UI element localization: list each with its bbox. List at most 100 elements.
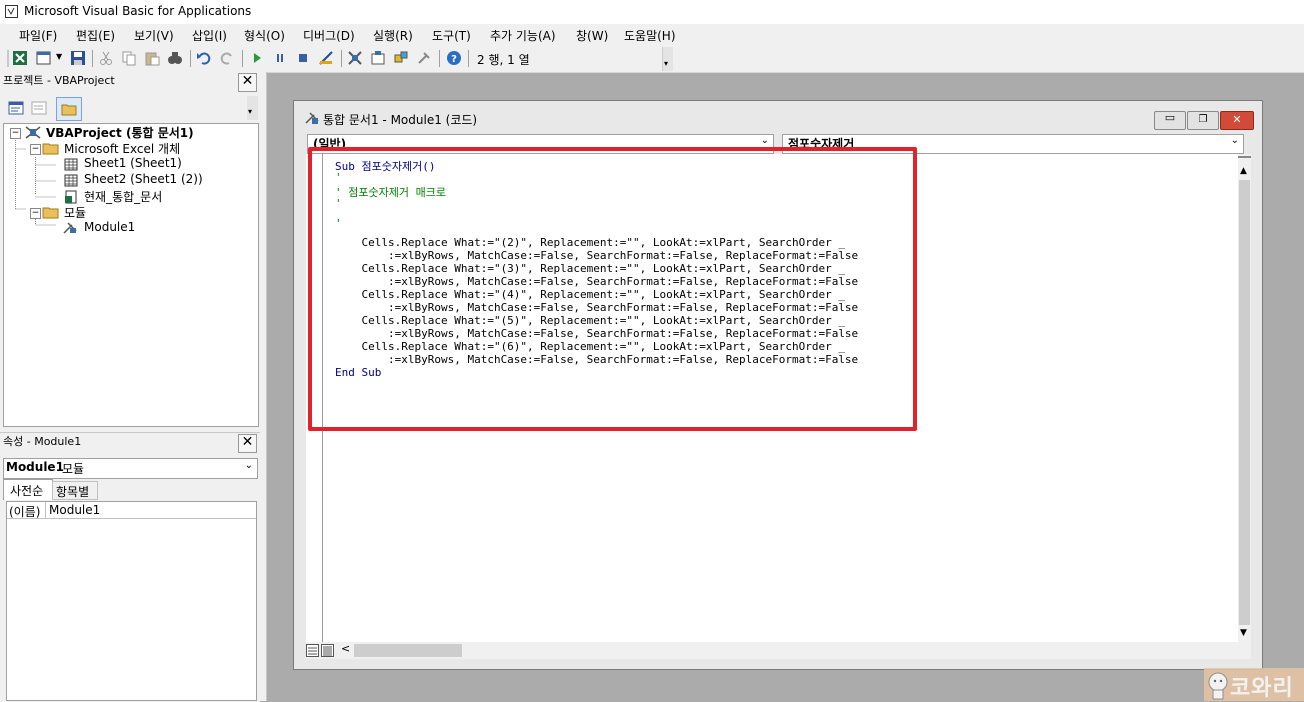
- project-toolbar-overflow[interactable]: ▾: [247, 96, 258, 120]
- run-icon[interactable]: [249, 50, 265, 66]
- menu-view[interactable]: 보기(V): [134, 27, 174, 44]
- panel-splitter[interactable]: [260, 72, 267, 701]
- menu-bar: 파일(F) 편집(E) 보기(V) 삽입(I) 형식(O) 디버그(D) 실행(…: [0, 24, 1304, 45]
- menu-addins[interactable]: 추가 기능(A): [490, 27, 556, 44]
- scroll-left-icon[interactable]: <: [341, 642, 350, 655]
- tab-categorized-label: 항목별: [56, 485, 90, 499]
- menu-file[interactable]: 파일(F): [19, 27, 57, 44]
- tree-modules-folder[interactable]: 모듈: [64, 204, 86, 221]
- minimize-button[interactable]: ▭: [1154, 111, 1186, 130]
- module-icon: [305, 112, 319, 124]
- properties-close-button[interactable]: ✕: [238, 434, 257, 453]
- vba-app-icon: [5, 5, 18, 18]
- redo-icon[interactable]: [219, 50, 235, 66]
- horizontal-scroll-thumb[interactable]: [354, 644, 462, 657]
- break-icon[interactable]: [272, 50, 288, 66]
- red-highlight-box: [308, 147, 917, 431]
- collapse-excel-objects-icon[interactable]: −: [30, 144, 41, 155]
- property-row-name[interactable]: (이름) Module1: [7, 502, 256, 519]
- restore-button[interactable]: ❐: [1187, 111, 1219, 130]
- reset-icon[interactable]: [295, 50, 311, 66]
- tree-excel-objects[interactable]: Microsoft Excel 개체: [64, 140, 180, 157]
- folder-icon: [61, 104, 77, 116]
- folder-open-icon: [42, 207, 59, 219]
- overflow-chevron-icon: ▾: [248, 107, 253, 116]
- title-bar: Microsoft Visual Basic for Applications: [0, 0, 1304, 25]
- tree-module1[interactable]: Module1: [84, 220, 135, 234]
- menu-insert[interactable]: 삽입(I): [192, 27, 227, 44]
- tree-thisworkbook[interactable]: 현재_통합_문서: [84, 188, 162, 205]
- excel-icon[interactable]: [12, 50, 28, 66]
- menu-tools[interactable]: 도구(T): [432, 27, 471, 44]
- menu-edit[interactable]: 편집(E): [76, 27, 115, 44]
- paste-icon[interactable]: [144, 50, 160, 66]
- insert-userform-icon[interactable]: [36, 50, 52, 66]
- tab-alphabetic[interactable]: 사전순: [3, 479, 53, 500]
- tree-root-label[interactable]: VBAProject (통합 문서1): [46, 124, 194, 141]
- standard-toolbar: ▼ ? 2 행, 1 열 ▾: [0, 45, 1304, 73]
- chevron-down-icon: ⌄: [1230, 135, 1239, 146]
- vbaproject-icon: [25, 126, 41, 139]
- code-window-title: 통합 문서1 - Module1 (코드): [323, 113, 478, 127]
- menu-help[interactable]: 도움말(H): [624, 27, 676, 44]
- property-name-label: (이름): [9, 505, 41, 519]
- split-bar[interactable]: [1238, 156, 1251, 162]
- project-panel-title: 프로젝트 - VBAProject: [3, 74, 115, 87]
- dropdown-arrow-icon[interactable]: ▼: [56, 52, 62, 61]
- view-object-icon[interactable]: [31, 100, 47, 116]
- scroll-down-icon[interactable]: ▼: [1240, 628, 1247, 638]
- undo-icon[interactable]: [196, 50, 212, 66]
- tree-sheet1[interactable]: Sheet1 (Sheet1): [84, 156, 182, 170]
- cursor-position: 2 행, 1 열: [477, 53, 530, 67]
- horizontal-scrollbar[interactable]: <: [306, 642, 1251, 659]
- properties-object-combo[interactable]: Module1 모듈 ⌄: [3, 458, 258, 479]
- project-panel-header: 프로젝트 - VBAProject: [0, 72, 260, 94]
- find-icon[interactable]: [167, 50, 183, 66]
- toggle-folders-button[interactable]: [56, 97, 82, 121]
- procedure-view-icon[interactable]: [306, 644, 319, 657]
- menu-format[interactable]: 형식(O): [244, 27, 285, 44]
- scroll-up-icon[interactable]: ▲: [1240, 166, 1247, 176]
- properties-window-icon[interactable]: [370, 50, 386, 66]
- character-icon: [1208, 672, 1228, 700]
- workbook-icon: [65, 190, 77, 204]
- full-module-view-icon[interactable]: [321, 644, 334, 657]
- worksheet-icon: [64, 174, 78, 187]
- design-mode-icon[interactable]: [318, 50, 334, 66]
- menu-debug[interactable]: 디버그(D): [303, 27, 355, 44]
- toolbar-grip[interactable]: [7, 50, 9, 67]
- vertical-scrollbar[interactable]: ▲ ▼: [1238, 154, 1251, 642]
- project-explorer-icon[interactable]: [347, 50, 363, 66]
- watermark-logo: 코와리: [1204, 668, 1304, 701]
- chevron-down-icon: ⌄: [244, 460, 253, 471]
- properties-grid: (이름) Module1: [6, 501, 257, 701]
- svg-text:?: ?: [451, 54, 457, 65]
- watermark-text: 코와리: [1230, 676, 1294, 701]
- close-button[interactable]: ✕: [1220, 111, 1254, 130]
- toolbox-icon[interactable]: [416, 50, 432, 66]
- object-browser-icon[interactable]: [393, 50, 409, 66]
- help-icon[interactable]: ?: [446, 50, 462, 66]
- chevron-down-icon: ⌄: [760, 135, 769, 146]
- view-code-icon[interactable]: [8, 100, 24, 116]
- project-close-button[interactable]: ✕: [238, 73, 257, 92]
- folder-open-icon: [42, 143, 59, 155]
- copy-icon[interactable]: [121, 50, 137, 66]
- property-name-value[interactable]: Module1: [49, 503, 100, 517]
- scroll-thumb[interactable]: [1239, 180, 1250, 625]
- cut-icon[interactable]: [98, 50, 114, 66]
- properties-combo-object: Module1: [6, 460, 64, 474]
- menu-run[interactable]: 실행(R): [373, 27, 413, 44]
- tree-sheet2[interactable]: Sheet2 (Sheet1 (2)): [84, 172, 203, 186]
- worksheet-icon: [64, 158, 78, 171]
- project-toolbar: ▾: [0, 94, 260, 123]
- overflow-chevron-icon: ▾: [664, 59, 669, 68]
- save-icon[interactable]: [70, 50, 86, 66]
- menu-window[interactable]: 창(W): [576, 27, 608, 44]
- project-tree[interactable]: − VBAProject (통합 문서1) − Microsoft Excel …: [3, 123, 259, 427]
- tab-categorized[interactable]: 항목별: [52, 481, 98, 500]
- window-title: Microsoft Visual Basic for Applications: [24, 4, 252, 18]
- collapse-root-icon[interactable]: −: [10, 128, 21, 139]
- collapse-modules-icon[interactable]: −: [30, 208, 41, 219]
- toolbar-overflow-button[interactable]: ▾: [662, 47, 673, 71]
